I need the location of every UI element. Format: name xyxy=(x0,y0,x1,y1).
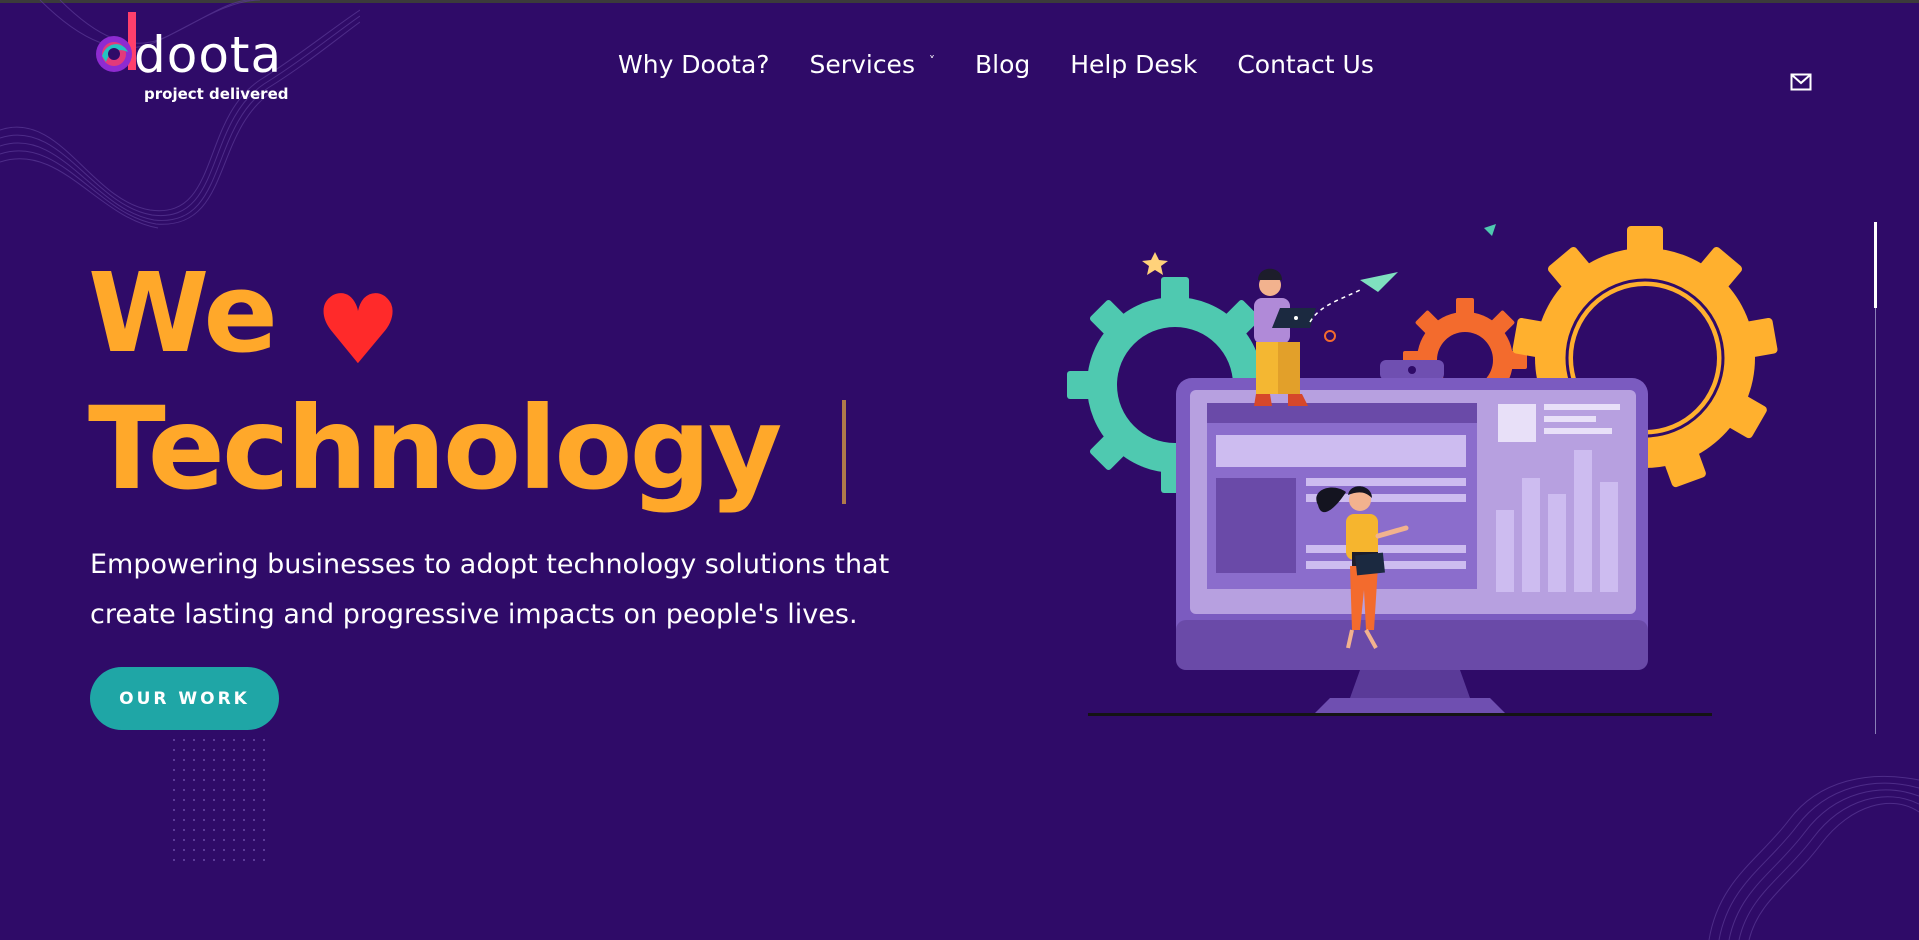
scroll-thumb[interactable] xyxy=(1874,222,1877,308)
hero-subtitle: Empowering businesses to adopt technolog… xyxy=(90,549,890,630)
mail-icon[interactable] xyxy=(1790,72,1812,92)
typing-cursor xyxy=(842,400,846,504)
hero-heading-technology: Technology xyxy=(88,382,782,515)
dot-pattern xyxy=(172,738,272,868)
nav-contact-us[interactable]: Contact Us xyxy=(1237,50,1374,79)
brand-tagline: project delivered xyxy=(144,85,289,103)
spiral-icon xyxy=(1324,330,1336,342)
hero-illustration xyxy=(1067,224,1778,716)
nav-blog[interactable]: Blog xyxy=(975,50,1030,79)
monitor-illustration xyxy=(1088,360,1712,716)
nav-help-desk[interactable]: Help Desk xyxy=(1070,50,1197,79)
confetti-icon xyxy=(1484,224,1496,236)
main-nav: Why Doota? Services ˅ Blog Help Desk Con… xyxy=(618,50,1414,79)
paper-plane-icon xyxy=(1309,272,1398,323)
brand-name: doota xyxy=(134,26,283,84)
our-work-button[interactable]: OUR WORK xyxy=(90,667,279,730)
nav-why-doota[interactable]: Why Doota? xyxy=(618,50,770,79)
chevron-down-icon: ˅ xyxy=(928,53,935,68)
hero-heading-we: We xyxy=(88,249,278,377)
brand-logo[interactable]: doota project delivered xyxy=(92,10,292,110)
decorative-waves-bottom xyxy=(1708,775,1919,940)
nav-services-label: Services xyxy=(809,50,915,79)
star-icon xyxy=(1142,252,1168,275)
nav-services[interactable]: Services ˅ xyxy=(810,50,935,79)
heart-icon: ♥ xyxy=(315,274,402,386)
